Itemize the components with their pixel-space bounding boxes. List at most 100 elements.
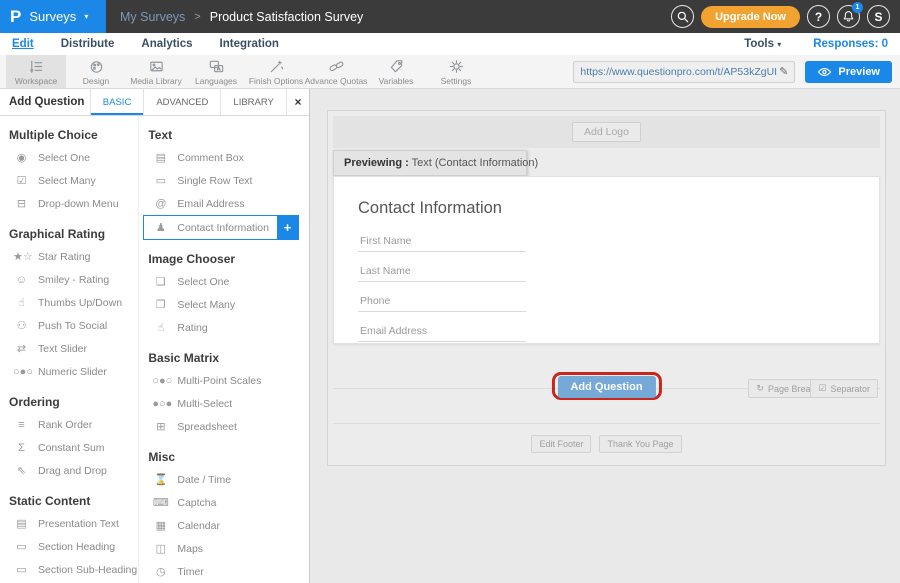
surveys-menu[interactable]: P Surveys ▾: [0, 0, 106, 33]
question-type-label: Presentation Text: [38, 518, 119, 530]
comment-box-icon: ▤: [152, 151, 169, 164]
responses-count[interactable]: Responses: 0: [813, 38, 888, 50]
question-type-numeric-slider[interactable]: ○●○Numeric Slider: [0, 360, 138, 383]
survey-page-container: Add Logo Previewing : Text (Contact Info…: [327, 110, 886, 466]
nav-tab-integration[interactable]: Integration: [220, 38, 279, 50]
first-name-field[interactable]: [358, 229, 526, 252]
group-header-basic-matrix: Basic Matrix: [148, 351, 309, 365]
edit-url-icon[interactable]: ✎: [779, 65, 788, 78]
survey-url-input[interactable]: [580, 66, 779, 78]
question-type-constant-sum[interactable]: ΣConstant Sum: [0, 436, 138, 459]
question-type-multi-select[interactable]: ●○●Multi-Select: [139, 392, 309, 415]
add-contact-information-button[interactable]: +: [277, 216, 298, 239]
languages-icon: [208, 58, 225, 75]
help-button[interactable]: ?: [807, 5, 830, 28]
search-icon: [676, 10, 690, 24]
toolbar-label: Finish Options: [249, 76, 303, 86]
question-type-spreadsheet[interactable]: ⊞Spreadsheet: [139, 415, 309, 438]
last-name-field[interactable]: [358, 259, 526, 282]
avatar[interactable]: S: [867, 5, 890, 28]
question-type-select-many[interactable]: ☑Select Many: [0, 169, 138, 192]
nav-tab-analytics[interactable]: Analytics: [141, 38, 192, 50]
separator-label: Separator: [830, 384, 870, 394]
question-type-timer[interactable]: ◷Timer: [139, 560, 309, 583]
survey-url-field[interactable]: ✎: [573, 61, 795, 83]
section-sub-heading-icon: ▭: [13, 563, 30, 576]
preview-button[interactable]: Preview: [805, 61, 892, 83]
question-type-maps[interactable]: ◫Maps: [139, 537, 309, 560]
thank-you-page-button[interactable]: Thank You Page: [599, 435, 681, 453]
question-type-contact-information[interactable]: ♟Contact Information+: [143, 215, 299, 240]
question-type-drag-and-drop[interactable]: ⇖Drag and Drop: [0, 459, 138, 482]
nav-tab-distribute[interactable]: Distribute: [61, 38, 115, 50]
toolbar-media-library[interactable]: Media Library: [126, 55, 186, 88]
close-panel-button[interactable]: ×: [286, 89, 309, 115]
email-address-field[interactable]: [358, 319, 526, 342]
drop-down-menu-icon: ⊟: [13, 197, 30, 210]
upgrade-now-button[interactable]: Upgrade Now: [701, 6, 800, 28]
question-type-drop-down-menu[interactable]: ⊟Drop-down Menu: [0, 192, 138, 215]
phone-field[interactable]: [358, 289, 526, 312]
maps-icon: ◫: [152, 542, 169, 555]
question-type-comment-box[interactable]: ▤Comment Box: [139, 146, 309, 169]
toolbar-finish-options[interactable]: Finish Options: [246, 55, 306, 88]
toolbar-workspace[interactable]: Workspace: [6, 55, 66, 88]
toolbar-advance-quotas[interactable]: Advance Quotas: [306, 55, 366, 88]
add-question-panel: Add Question BASIC ADVANCED LIBRARY × Mu…: [0, 89, 310, 583]
question-type-multi-point-scales[interactable]: ○●○Multi-Point Scales: [139, 369, 309, 392]
breadcrumb-my-surveys[interactable]: My Surveys: [120, 10, 185, 24]
add-question-button[interactable]: Add Question: [557, 376, 655, 398]
constant-sum-icon: Σ: [13, 442, 30, 454]
captcha-icon: ⌨: [152, 496, 169, 509]
question-type-section-heading[interactable]: ▭Section Heading: [0, 535, 138, 558]
toolbar-label: Advance Quotas: [305, 76, 368, 86]
question-type-rating[interactable]: ☝Rating: [139, 316, 309, 339]
toolbar-label: Media Library: [130, 76, 182, 86]
question-type-presentation-text[interactable]: ▤ Presentation Text: [0, 512, 138, 535]
question-type-label: Text Slider: [38, 343, 87, 355]
toolbar-design[interactable]: Design: [66, 55, 126, 88]
toolbar-languages[interactable]: Languages: [186, 55, 246, 88]
section-heading-icon: ▭: [13, 540, 30, 553]
edit-footer-button[interactable]: Edit Footer: [531, 435, 591, 453]
email-address-icon: @: [152, 198, 169, 210]
question-type-label: Smiley - Rating: [38, 274, 109, 286]
survey-title: Product Satisfaction Survey: [210, 10, 364, 24]
questionpro-logo-icon: P: [10, 7, 21, 27]
question-type-smiley-rating[interactable]: ☺Smiley - Rating: [0, 268, 138, 291]
spreadsheet-icon: ⊞: [152, 420, 169, 433]
separator-button[interactable]: ☑ Separator: [810, 379, 878, 398]
footer-divider: [333, 423, 880, 424]
tab-library[interactable]: LIBRARY: [220, 89, 285, 115]
tools-menu[interactable]: Tools ▾: [744, 38, 781, 50]
question-type-section-sub-heading[interactable]: ▭Section Sub-Heading: [0, 558, 138, 581]
search-button[interactable]: [671, 5, 694, 28]
question-type-captcha[interactable]: ⌨Captcha: [139, 491, 309, 514]
toolbar-variables[interactable]: Variables: [366, 55, 426, 88]
thumbs-up-down-icon: ☝: [13, 296, 30, 309]
question-type-thumbs-up-down[interactable]: ☝Thumbs Up/Down: [0, 291, 138, 314]
presentation-text-icon: ▤: [13, 517, 30, 530]
question-type-star-rating[interactable]: ★☆Star Rating: [0, 245, 138, 268]
notifications-button[interactable]: 1: [837, 5, 860, 28]
notification-badge: 1: [852, 2, 863, 13]
question-type-email-address[interactable]: @Email Address: [139, 192, 309, 215]
select-many-icon: ☑: [13, 174, 30, 187]
question-type-calendar[interactable]: ▦Calendar: [139, 514, 309, 537]
date-time-icon: ⌛: [152, 473, 169, 486]
question-type-select-many[interactable]: ❐Select Many: [139, 293, 309, 316]
question-type-rank-order[interactable]: ≡Rank Order: [0, 413, 138, 436]
tab-advanced[interactable]: ADVANCED: [143, 89, 220, 115]
question-type-date-time[interactable]: ⌛Date / Time: [139, 468, 309, 491]
question-type-select-one[interactable]: ◉Select One: [0, 146, 138, 169]
question-type-single-row-text[interactable]: ▭Single Row Text: [139, 169, 309, 192]
toolbar-settings[interactable]: Settings: [426, 55, 486, 88]
numeric-slider-icon: ○●○: [13, 366, 30, 378]
nav-tab-edit[interactable]: Edit: [12, 38, 34, 50]
tab-basic[interactable]: BASIC: [90, 89, 144, 115]
question-type-text-slider[interactable]: ⇄Text Slider: [0, 337, 138, 360]
question-type-select-one[interactable]: ❏Select One: [139, 270, 309, 293]
add-logo-button[interactable]: Add Logo: [572, 122, 641, 142]
question-type-push-to-social[interactable]: ⚇Push To Social: [0, 314, 138, 337]
page-break-icon: ↻: [756, 383, 764, 394]
